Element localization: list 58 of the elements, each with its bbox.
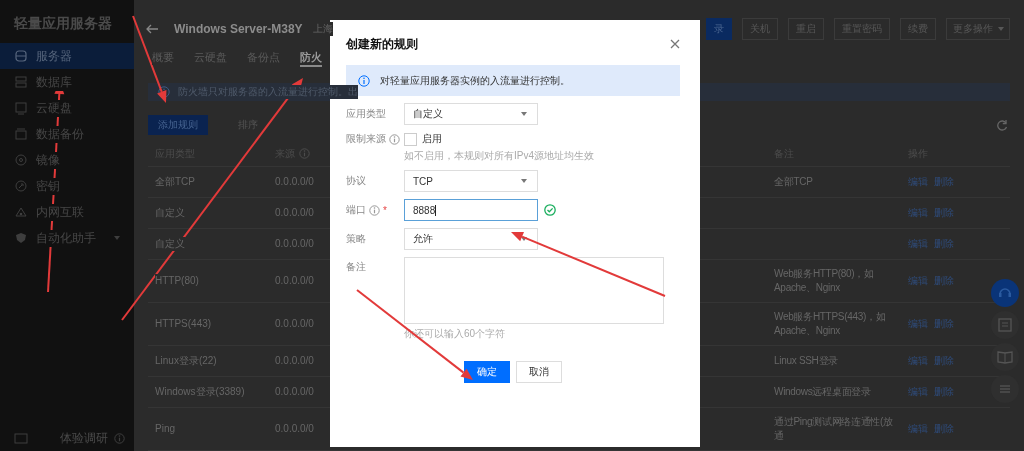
required-mark: *: [383, 204, 387, 216]
field-label: 备注: [346, 260, 366, 274]
row-action-link[interactable]: 删除: [934, 206, 954, 220]
confirm-button[interactable]: 确定: [464, 361, 510, 383]
caret-icon: [521, 237, 527, 241]
select-field[interactable]: TCP: [404, 170, 538, 192]
row-action-link[interactable]: 编辑: [908, 175, 928, 189]
shield-icon: [14, 231, 28, 245]
dialog-title: 创建新的规则: [346, 35, 418, 53]
disc-icon: [14, 153, 28, 167]
field-label: 策略: [346, 232, 366, 246]
server-title: Windows Server-M38Y: [174, 22, 303, 36]
caret-icon: [997, 27, 1004, 31]
sidebar-item[interactable]: 服务器: [0, 43, 134, 69]
caret-icon: [521, 179, 527, 183]
hint-text: 如不启用，本规则对所有IPv4源地址均生效: [404, 149, 595, 163]
row-action-link[interactable]: 删除: [934, 274, 954, 288]
close-icon[interactable]: [670, 39, 680, 49]
app-title: 轻量应用服务器: [13, 14, 113, 33]
database-icon: [14, 75, 28, 89]
checkbox-label: 启用: [422, 132, 442, 146]
row-action-link[interactable]: 删除: [934, 317, 954, 331]
field-label: 端口: [346, 203, 366, 217]
table-cell: HTTP(80): [155, 274, 199, 288]
checkbox[interactable]: [404, 132, 417, 146]
info-icon: [114, 433, 125, 444]
row-action-link[interactable]: 编辑: [908, 237, 928, 251]
row-action-link[interactable]: 编辑: [908, 206, 928, 220]
row-action-link[interactable]: 删除: [934, 237, 954, 251]
field-label: 协议: [346, 174, 366, 188]
row-action-link[interactable]: 删除: [934, 422, 954, 436]
field-label: 限制来源: [346, 132, 386, 146]
server-icon: [14, 49, 28, 63]
row-action-link[interactable]: 编辑: [908, 274, 928, 288]
list-icon: [997, 317, 1013, 333]
select-field[interactable]: 自定义: [404, 103, 538, 125]
row-action-link[interactable]: 编辑: [908, 317, 928, 331]
port-input-field[interactable]: 8888: [404, 199, 538, 221]
message-icon: [14, 432, 28, 445]
refresh-icon[interactable]: [996, 119, 1008, 131]
info-icon: [358, 74, 370, 87]
alert-text: 对轻量应用服务器实例的入流量进行控制。: [380, 73, 570, 88]
back-arrow-icon[interactable]: [146, 24, 158, 34]
row-action-link[interactable]: 删除: [934, 385, 954, 399]
field-label: 应用类型: [346, 107, 386, 121]
cancel-button[interactable]: 取消: [516, 361, 562, 383]
select-field[interactable]: 允许: [404, 228, 538, 250]
tab[interactable]: 防火: [300, 48, 322, 67]
row-action-link[interactable]: 编辑: [908, 422, 928, 436]
row-action-link[interactable]: 删除: [934, 354, 954, 368]
row-action-link[interactable]: 编辑: [908, 354, 928, 368]
row-action-link[interactable]: 编辑: [908, 385, 928, 399]
table-cell: Ping: [155, 422, 175, 436]
book-icon: [997, 349, 1013, 365]
row-action-link[interactable]: 删除: [934, 175, 954, 189]
caret-icon: [521, 112, 527, 116]
remark-textarea[interactable]: [404, 257, 664, 324]
table-cell: HTTPS(443): [155, 317, 212, 331]
